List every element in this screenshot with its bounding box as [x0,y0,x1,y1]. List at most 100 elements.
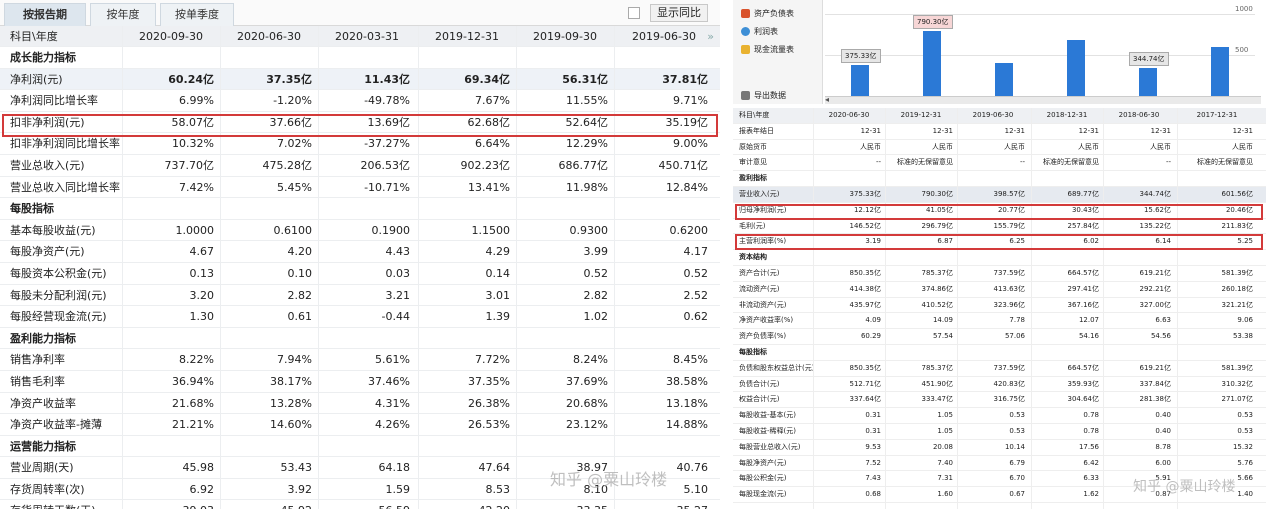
row-label: 每股公积金(元) [739,474,787,483]
cell-value: 5.61% [375,353,410,367]
data-label: 344.74亿 [1129,51,1169,66]
show-yoy-toggle[interactable]: 显示同比 [628,4,708,22]
cell-value: 0.9300 [569,223,609,237]
menu-item-cash-flow[interactable]: 现金流量表 [741,44,794,55]
scroll-right-icon[interactable]: » [707,26,714,47]
header-date: 2019-12-31 [435,30,499,43]
cell-value: 337.64亿 [849,395,882,404]
cell-value: 9.71% [673,94,708,108]
cell-value: 39.03 [122,500,220,509]
cell-value: 42.20 [418,500,516,509]
cell-value: 57.54 [932,332,953,341]
bar[interactable] [1211,46,1229,96]
chart-scrollbar[interactable]: ◂ [825,95,1261,104]
header-date: 2018-06-30 [1118,111,1160,119]
row-label: 净利润(元) [10,72,63,86]
cell-value: 人民币 [1078,142,1099,151]
header-date: 2020-06-30 [237,30,301,43]
cell-value: 人民币 [1150,142,1171,151]
cash-flow-icon [741,45,750,54]
cell-value: 38.58% [666,374,708,388]
cell-value: 0.10 [287,266,313,280]
cell-value: 619.21亿 [1139,363,1172,372]
table-row: 销售毛利率 36.94% 38.17% 37.46% 37.35% 37.69% 38.58… [0,371,720,393]
cell-value: 737.59亿 [993,363,1026,372]
cell-value: 12.07 [1078,316,1099,325]
tab-by-report-period[interactable]: 按报告期 [4,3,86,26]
tab-by-quarter[interactable]: 按单季度 [160,3,234,26]
cell-value: -- [1165,158,1171,167]
bar[interactable] [1067,39,1085,96]
table-row: 每股净资产(元) 4.67 4.20 4.43 4.29 3.99 4.17 [0,241,720,263]
cell-value: 619.21亿 [1139,268,1172,277]
cell-value: 902.23亿 [460,158,511,172]
cell-value: 4.26% [375,418,410,432]
cell-value: 12-31 [1078,126,1099,135]
cell-value: 1.62 [1083,490,1099,499]
row-label: 负债和股东权益总计(元) [739,363,815,372]
cell-value: 1.05 [937,411,953,420]
cell-value: 6.00 [1155,458,1171,467]
cell-value: 3.21 [385,288,411,302]
table-row: 每股资本公积金(元) 0.13 0.10 0.03 0.14 0.52 0.52 [0,263,720,285]
bar[interactable] [851,65,869,96]
cell-value: 316.75亿 [993,395,1026,404]
scroll-left-icon[interactable]: ◂ [825,95,829,104]
y-tick-label: 500 [1235,46,1249,55]
cell-value: 0.53 [1237,426,1253,435]
cell-value: 414.38亿 [849,284,882,293]
row-label: 销售净利率 [10,353,65,367]
cell-value: 413.63亿 [993,284,1026,293]
cell-value: -49.78% [364,94,410,108]
row-label: 盈利能力指标 [10,331,76,345]
cell-value: 1.1500 [471,223,511,237]
cell-value: 64.18 [378,461,411,475]
bar[interactable] [995,63,1013,96]
cell-value: 327.00亿 [1139,300,1172,309]
cell-value: 37.81亿 [662,72,708,86]
watermark: 知乎 @粟山玲楼 [550,470,668,489]
menu-item-income-statement[interactable]: 利润表 [741,26,778,37]
cell-value: 5.25 [1237,237,1253,246]
cell-value: 1.05 [937,426,953,435]
cell-value: 20.08 [932,442,953,451]
yoy-label[interactable]: 显示同比 [650,4,708,22]
cell-value: 2.52 [683,288,709,302]
screenshot-root: 按报告期 按年度 按单季度 显示同比 科目\年度 2020-09-30 2020… [0,0,1266,509]
tab-by-year[interactable]: 按年度 [90,3,156,26]
bar[interactable] [923,31,941,96]
cell-value: 1.59 [385,482,411,496]
table-row: 每股经营现金流(元) 1.30 0.61 -0.44 1.39 1.02 0.62 [0,306,720,328]
cell-value: 375.33亿 [849,189,882,198]
cell-value: 2.82 [287,288,313,302]
section-header-row: 成长能力指标 [0,47,720,69]
header-date: 2020-06-30 [828,111,870,119]
cell-value: 13.18% [666,396,708,410]
export-data-button[interactable]: 导出数据 [741,90,786,101]
cell-value: 5.45% [277,180,312,194]
cell-value: 374.86亿 [921,284,954,293]
yoy-checkbox[interactable] [628,7,640,19]
cell-value: 14.60% [270,418,312,432]
cell-value: 0.14 [485,266,511,280]
cell-value: 6.42 [1083,458,1099,467]
cell-value: 3.92 [287,482,313,496]
column-divider [122,26,123,509]
table-row: 存货周转天数(天)39.0345.9256.5942.2033.3535.27 [0,500,720,509]
cell-value: 581.39亿 [1221,363,1254,372]
cell-value: 0.1900 [371,223,411,237]
cell-value: 人民币 [932,142,953,151]
header-date: 2018-12-31 [1046,111,1088,119]
bar[interactable] [1139,67,1157,96]
row-label: 销售毛利率 [10,374,65,388]
cell-value: 62.68亿 [467,115,511,129]
column-divider [813,108,814,509]
menu-item-balance-sheet[interactable]: 资产负债表 [741,8,794,19]
row-label: 每股未分配利润(元) [10,288,107,302]
cell-value: 4.29 [485,245,511,259]
table-row: 每股未分配利润(元) 3.20 2.82 3.21 3.01 2.82 2.52 [0,285,720,307]
cell-value: 6.79 [1009,458,1025,467]
cell-value: 9.06 [1237,316,1253,325]
cell-value: 0.52 [583,266,609,280]
cell-value: 850.35亿 [849,363,882,372]
